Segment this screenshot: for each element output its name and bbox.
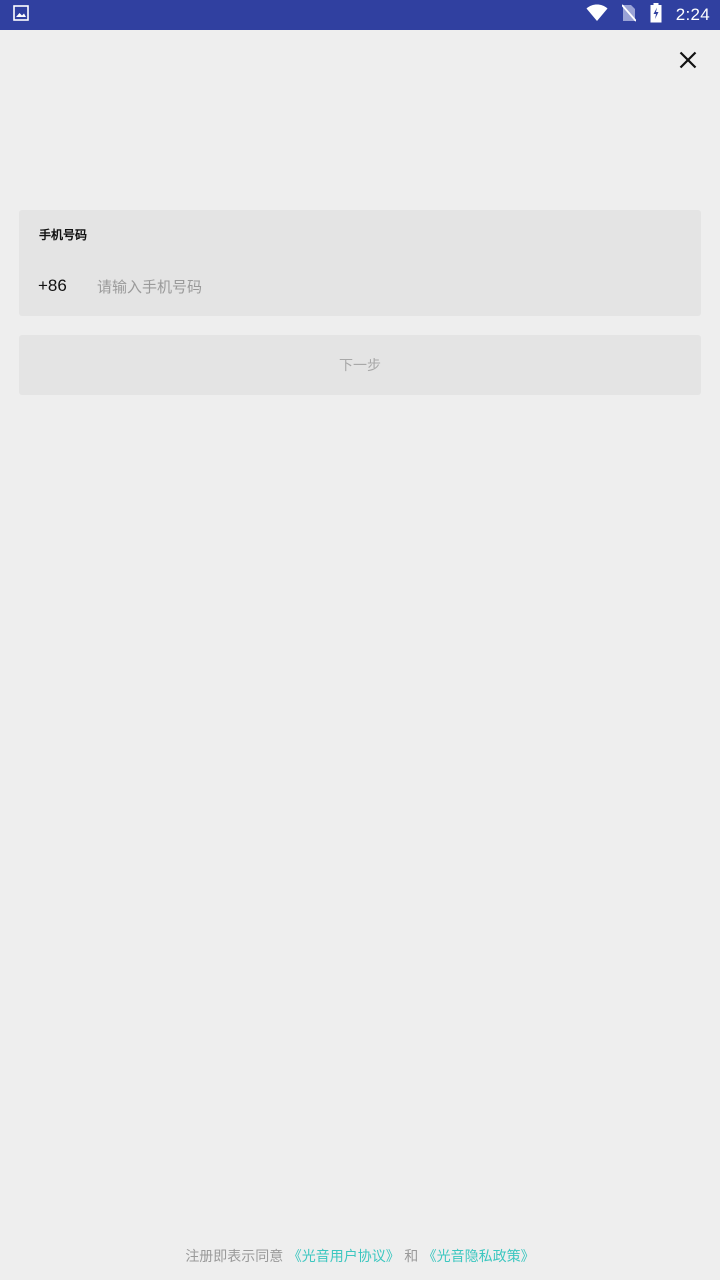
status-right: 2:24: [586, 3, 710, 27]
battery-charging-icon: [650, 3, 662, 27]
agreement-prefix: 注册即表示同意: [185, 1249, 284, 1265]
agreement-text: 注册即表示同意 《光音用户协议》 和 《光音隐私政策》: [0, 1246, 720, 1266]
agreement-conjunction: 和: [404, 1249, 419, 1265]
status-time: 2:24: [675, 5, 710, 24]
wifi-icon: [586, 4, 608, 26]
status-bar: 2:24: [0, 0, 720, 30]
user-agreement-link[interactable]: 《光音用户协议》: [288, 1249, 400, 1265]
image-icon: [13, 5, 29, 25]
login-screen: 2:24 手机号码 +86 下一步 注册即表示同意 《光音用户协议》 和 《光音…: [0, 0, 720, 1280]
privacy-policy-link[interactable]: 《光音隐私政策》: [423, 1249, 535, 1265]
close-icon: [679, 51, 697, 69]
phone-number-label: 手机号码: [39, 228, 88, 242]
status-left: [13, 5, 29, 25]
phone-number-input[interactable]: [97, 272, 677, 302]
country-code[interactable]: +86: [38, 276, 67, 296]
next-step-button[interactable]: 下一步: [19, 335, 701, 395]
phone-number-card: 手机号码 +86: [19, 210, 701, 316]
no-sim-icon: [621, 4, 637, 26]
close-button[interactable]: [672, 44, 704, 76]
